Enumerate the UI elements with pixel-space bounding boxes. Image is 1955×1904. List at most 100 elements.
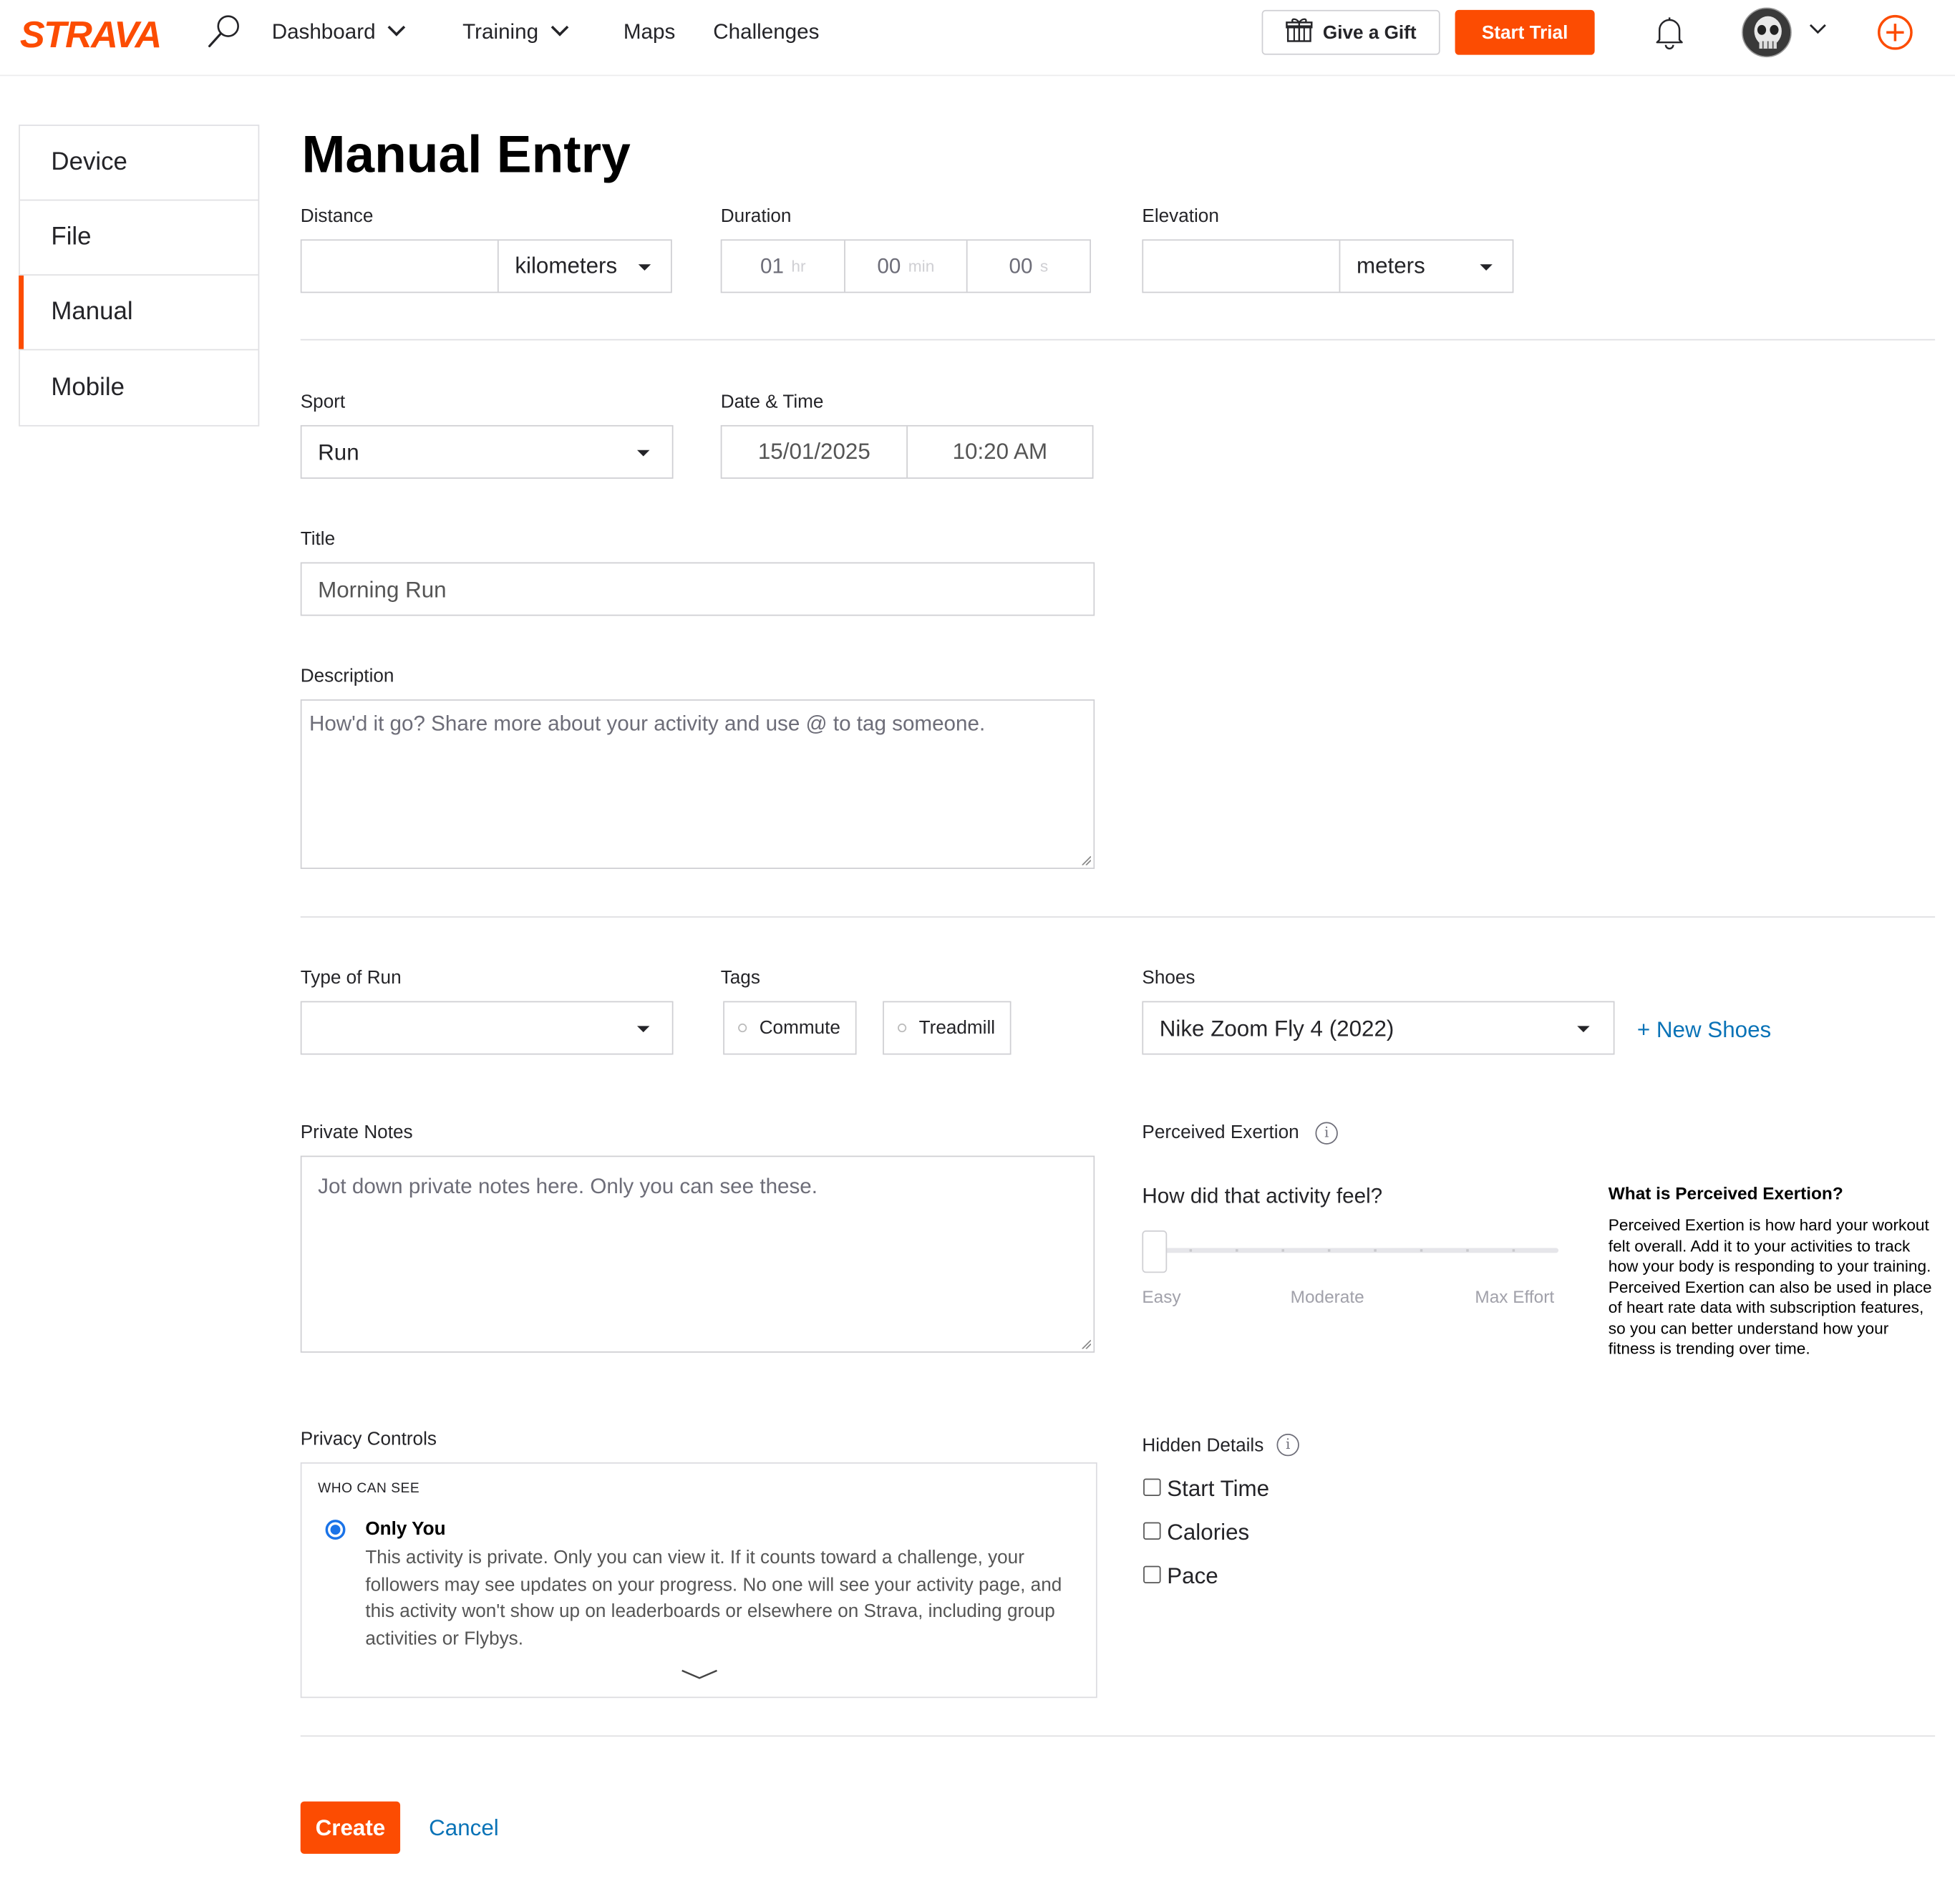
section-divider — [300, 916, 1936, 918]
chevron-down-icon — [387, 19, 406, 37]
private-notes-placeholder: Jot down private notes here. Only you ca… — [318, 1174, 818, 1198]
privacy-panel: WHO CAN SEE Only You This activity is pr… — [300, 1462, 1097, 1699]
duration-seconds-input[interactable]: 00 s — [968, 241, 1090, 291]
date-time-label: Date & Time — [720, 391, 824, 413]
calories-label[interactable]: Calories — [1167, 1520, 1249, 1546]
elevation-input[interactable] — [1143, 241, 1338, 292]
distance-field-group: kilometers — [300, 239, 672, 293]
search-icon[interactable] — [205, 12, 243, 49]
distance-unit-value: kilometers — [515, 253, 618, 278]
nav-maps[interactable]: Maps — [624, 20, 675, 45]
upload-sidebar: Device File Manual Mobile — [19, 125, 260, 427]
elevation-field-group: meters — [1142, 239, 1514, 293]
elevation-unit-select[interactable]: meters — [1339, 241, 1514, 292]
elevation-unit-value: meters — [1356, 253, 1425, 278]
shoes-value: Nike Zoom Fly 4 (2022) — [1159, 1016, 1394, 1041]
start-trial-button[interactable]: Start Trial — [1455, 9, 1595, 55]
calories-checkbox[interactable] — [1143, 1522, 1161, 1540]
sport-select[interactable]: Run — [300, 424, 674, 479]
slider-tick — [1466, 1249, 1469, 1252]
perceived-exertion-label: Perceived Exertion — [1142, 1122, 1299, 1144]
give-a-gift-label: Give a Gift — [1322, 21, 1417, 44]
start-time-checkbox[interactable] — [1143, 1478, 1161, 1497]
pace-label[interactable]: Pace — [1167, 1563, 1218, 1590]
distance-input[interactable] — [301, 241, 497, 292]
tag-hole-icon — [738, 1023, 747, 1033]
duration-hours-value: 01 — [760, 253, 784, 278]
tag-commute[interactable]: Commute — [723, 1001, 857, 1055]
duration-hours-input[interactable]: 01 hr — [722, 241, 845, 292]
exertion-slider-track[interactable] — [1153, 1248, 1559, 1253]
duration-hours-unit: hr — [791, 256, 806, 276]
pace-checkbox[interactable] — [1143, 1565, 1161, 1583]
tag-hole-icon — [898, 1023, 907, 1033]
info-icon[interactable]: i — [1276, 1433, 1299, 1457]
caret-down-icon — [1577, 1026, 1590, 1033]
nav-dashboard-label: Dashboard — [271, 19, 376, 44]
avatar[interactable] — [1742, 7, 1792, 58]
slider-tick — [1374, 1249, 1377, 1252]
chevron-down-icon[interactable] — [679, 1666, 719, 1688]
only-you-option-label[interactable]: Only You — [365, 1518, 445, 1540]
private-notes-label: Private Notes — [300, 1122, 413, 1144]
duration-minutes-unit: min — [908, 256, 935, 276]
title-value: Morning Run — [318, 577, 447, 603]
duration-minutes-input[interactable]: 00 min — [845, 241, 968, 292]
new-shoes-link[interactable]: + New Shoes — [1637, 1017, 1771, 1044]
section-divider — [300, 339, 1936, 341]
plus-circle-icon[interactable] — [1876, 14, 1913, 57]
type-of-run-select[interactable] — [300, 1001, 674, 1055]
private-notes-textarea[interactable]: Jot down private notes here. Only you ca… — [300, 1155, 1095, 1353]
date-input[interactable]: 15/01/2025 — [722, 426, 908, 478]
resize-handle-icon[interactable] — [1081, 1339, 1091, 1349]
strava-logo[interactable]: STRAVA — [20, 15, 162, 57]
caret-down-icon — [638, 264, 651, 271]
description-placeholder: How'd it go? Share more about your activ… — [309, 711, 986, 736]
slider-tick — [1512, 1249, 1515, 1252]
date-value: 15/01/2025 — [757, 439, 870, 464]
date-time-field-group: 15/01/2025 10:20 AM — [720, 424, 1094, 479]
description-textarea[interactable]: How'd it go? Share more about your activ… — [300, 699, 1095, 869]
title-label: Title — [300, 528, 336, 550]
distance-unit-select[interactable]: kilometers — [497, 241, 672, 292]
nav-challenges[interactable]: Challenges — [713, 20, 819, 45]
shoes-select[interactable]: Nike Zoom Fly 4 (2022) — [1142, 1001, 1615, 1055]
resize-handle-icon[interactable] — [1081, 855, 1091, 865]
perceived-exertion-info-title: What is Perceived Exertion? — [1608, 1182, 1843, 1203]
tag-treadmill[interactable]: Treadmill — [883, 1001, 1012, 1055]
perceived-exertion-info-text: Perceived Exertion is how hard your work… — [1608, 1215, 1932, 1358]
start-time-label[interactable]: Start Time — [1167, 1476, 1269, 1502]
sidebar-item-manual[interactable]: Manual — [19, 275, 258, 351]
slider-tick — [1189, 1249, 1193, 1252]
time-input[interactable]: 10:20 AM — [908, 427, 1092, 477]
caret-down-icon — [637, 1026, 650, 1033]
exertion-slider-handle[interactable] — [1142, 1230, 1168, 1273]
tag-commute-label: Commute — [759, 1017, 840, 1039]
cancel-link[interactable]: Cancel — [429, 1815, 499, 1842]
scale-label-max-effort: Max Effort — [1475, 1286, 1555, 1307]
sidebar-item-device[interactable]: Device — [19, 126, 258, 201]
sidebar-item-mobile[interactable]: Mobile — [20, 350, 258, 425]
nav-dashboard[interactable]: Dashboard — [271, 19, 406, 45]
gift-icon — [1286, 17, 1313, 47]
who-can-see-heading: WHO CAN SEE — [318, 1481, 420, 1497]
caret-down-icon — [637, 450, 650, 457]
page-title: Manual Entry — [301, 125, 631, 184]
info-icon[interactable]: i — [1315, 1122, 1338, 1145]
bell-icon[interactable] — [1653, 15, 1685, 56]
slider-tick — [1281, 1249, 1284, 1252]
only-you-option-description: This activity is private. Only you can v… — [365, 1547, 1062, 1649]
perceived-exertion-question: How did that activity feel? — [1142, 1184, 1383, 1208]
title-input[interactable]: Morning Run — [300, 562, 1095, 616]
give-a-gift-button[interactable]: Give a Gift — [1261, 9, 1440, 55]
chevron-down-icon[interactable] — [1808, 20, 1828, 42]
sidebar-item-file[interactable]: File — [19, 200, 258, 276]
nav-training[interactable]: Training — [462, 19, 568, 45]
tag-treadmill-label: Treadmill — [918, 1017, 996, 1039]
scale-label-easy: Easy — [1142, 1286, 1181, 1307]
duration-field-group: 01 hr 00 min 00 s — [720, 239, 1091, 293]
create-button[interactable]: Create — [300, 1801, 401, 1854]
only-you-radio[interactable] — [325, 1520, 346, 1540]
caret-down-icon — [1480, 264, 1493, 271]
chevron-down-icon — [550, 19, 568, 37]
